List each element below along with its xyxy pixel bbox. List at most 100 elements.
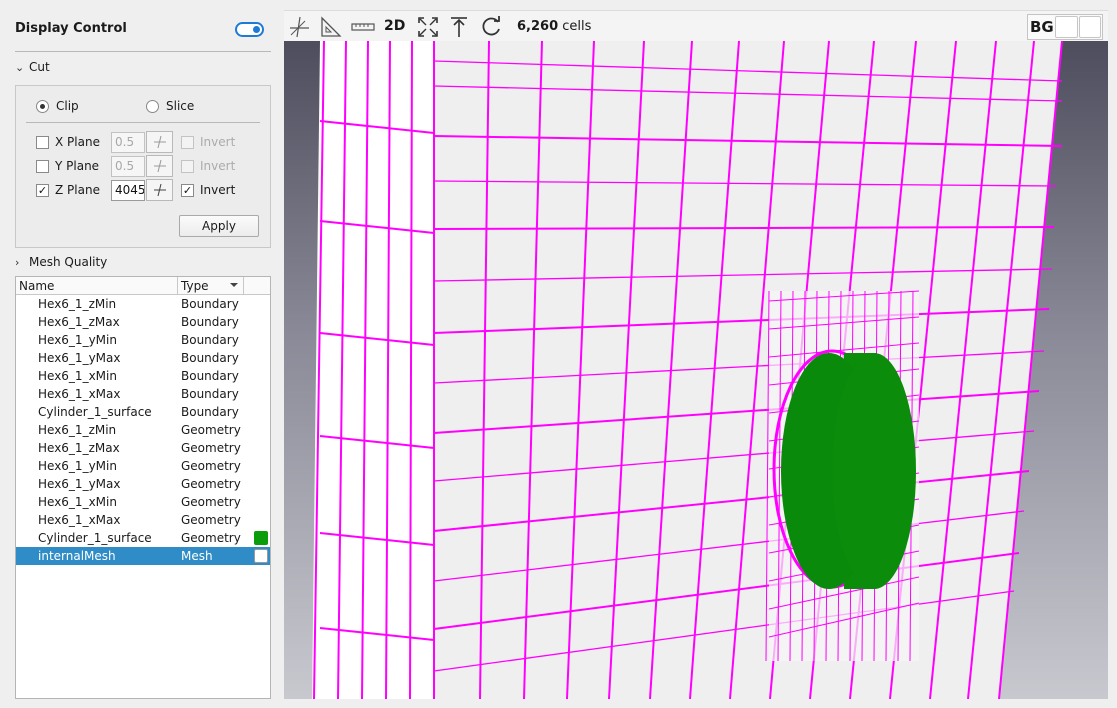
panel-title: Display Control <box>15 21 127 36</box>
row-name: Hex6_1_xMin <box>38 369 117 383</box>
row-name: internalMesh <box>38 549 116 563</box>
row-type: Geometry <box>181 513 241 527</box>
x-plane-pick-button[interactable] <box>146 131 173 153</box>
table-row[interactable]: Hex6_1_zMin Boundary <box>16 295 270 313</box>
ruler-triangle-icon[interactable] <box>319 15 343 39</box>
clip-label: Clip <box>56 99 79 113</box>
cells-count: 6,260 cells <box>517 19 591 34</box>
row-type: Boundary <box>181 315 239 329</box>
table-row[interactable]: Hex6_1_zMax Geometry <box>16 439 270 457</box>
row-name: Hex6_1_zMin <box>38 297 117 311</box>
row-type: Mesh <box>181 549 213 563</box>
row-type: Geometry <box>181 477 241 491</box>
pick-plane-icon <box>153 159 166 173</box>
mesh-quality-label: Mesh Quality <box>29 255 108 269</box>
x-plane-invert[interactable]: Invert <box>181 135 235 149</box>
y-invert-checkbox[interactable] <box>181 159 194 173</box>
z-plane-checkbox[interactable]: ✓ <box>36 183 49 197</box>
cells-unit: cells <box>562 19 592 34</box>
x-plane-checkbox[interactable] <box>36 135 49 149</box>
row-type: Geometry <box>181 531 241 545</box>
radio-dot <box>146 99 159 113</box>
display-toggle[interactable] <box>235 22 264 37</box>
rotate-icon[interactable] <box>479 15 503 39</box>
mesh-quality-section-header[interactable]: › Mesh Quality <box>15 255 107 269</box>
table-header: Name Type <box>16 277 270 295</box>
pick-plane-icon <box>153 183 166 197</box>
color-swatch[interactable] <box>254 531 268 545</box>
table-row[interactable]: Hex6_1_yMin Geometry <box>16 457 270 475</box>
z-plane-value-input[interactable]: 4045 <box>111 179 145 201</box>
bg-color-top-swatch[interactable] <box>1055 16 1078 38</box>
fit-view-icon[interactable] <box>416 15 440 39</box>
x-plane-value-input[interactable]: 0.5 <box>111 131 145 153</box>
table-row[interactable]: Hex6_1_yMax Geometry <box>16 475 270 493</box>
table-row[interactable]: Hex6_1_zMin Geometry <box>16 421 270 439</box>
axes-icon[interactable] <box>287 15 311 39</box>
table-row[interactable]: Cylinder_1_surface Geometry <box>16 529 270 547</box>
table-row[interactable]: Hex6_1_xMax Geometry <box>16 511 270 529</box>
y-plane-invert[interactable]: Invert <box>181 159 235 173</box>
x-plane-label: X Plane <box>55 135 100 149</box>
cut-label: Cut <box>29 60 50 74</box>
clip-radio[interactable]: Clip <box>36 99 79 113</box>
cells-count-value: 6,260 <box>517 19 559 34</box>
row-name: Hex6_1_zMax <box>38 315 120 329</box>
z-plane-pick-button[interactable] <box>146 179 173 201</box>
chevron-down-icon: ⌄ <box>15 61 25 74</box>
slice-radio[interactable]: Slice <box>146 99 194 113</box>
row-type: Boundary <box>181 405 239 419</box>
color-swatch[interactable] <box>254 549 268 563</box>
table-row[interactable]: Hex6_1_xMin Boundary <box>16 367 270 385</box>
x-invert-checkbox[interactable] <box>181 135 194 149</box>
patch-table: Name Type Hex6_1_zMin Boundary Hex6_1_zMax… <box>15 276 271 699</box>
x-plane-row: X Plane 0.5 Invert <box>36 131 235 153</box>
row-type: Geometry <box>181 495 241 509</box>
row-name: Hex6_1_xMax <box>38 387 121 401</box>
2d-mode-button[interactable]: 2D <box>384 18 405 34</box>
block-front-face <box>434 41 1062 699</box>
chevron-right-icon: › <box>15 256 20 269</box>
y-plane-label: Y Plane <box>55 159 100 173</box>
table-row[interactable]: Hex6_1_xMax Boundary <box>16 385 270 403</box>
z-plane-label: Z Plane <box>55 183 100 197</box>
3d-viewport[interactable] <box>284 41 1108 699</box>
divider <box>15 51 271 52</box>
cylinder-end <box>832 353 916 589</box>
view-up-icon[interactable] <box>447 15 471 39</box>
table-row[interactable]: Hex6_1_yMin Boundary <box>16 331 270 349</box>
row-name: Cylinder_1_surface <box>38 405 152 419</box>
bg-color-bottom-swatch[interactable] <box>1078 16 1101 38</box>
apply-button[interactable]: Apply <box>179 215 259 237</box>
table-body: Hex6_1_zMin Boundary Hex6_1_zMax Boundary He… <box>16 295 270 565</box>
row-name: Hex6_1_xMax <box>38 513 121 527</box>
viewport-toolbar: 2D 6,260 cells BG <box>284 10 1108 41</box>
table-row[interactable]: Cylinder_1_surface Boundary <box>16 403 270 421</box>
cut-section-header[interactable]: ⌄ Cut <box>15 60 50 74</box>
row-type: Boundary <box>181 297 239 311</box>
x-invert-label: Invert <box>200 135 236 149</box>
z-plane-row: ✓ Z Plane 4045 ✓ Invert <box>36 179 235 201</box>
table-row[interactable]: Hex6_1_xMin Geometry <box>16 493 270 511</box>
row-type: Geometry <box>181 459 241 473</box>
y-plane-pick-button[interactable] <box>146 155 173 177</box>
column-header-type[interactable]: Type <box>178 277 244 295</box>
block-side-face <box>312 41 434 699</box>
row-type: Geometry <box>181 423 241 437</box>
table-row[interactable]: internalMesh Mesh <box>16 547 270 565</box>
viewport-edge <box>1108 10 1117 708</box>
z-plane-invert[interactable]: ✓ Invert <box>181 183 235 197</box>
divider <box>26 122 260 123</box>
table-row[interactable]: Hex6_1_yMax Boundary <box>16 349 270 367</box>
column-header-name[interactable]: Name <box>16 277 178 295</box>
row-type: Boundary <box>181 333 239 347</box>
z-invert-checkbox[interactable]: ✓ <box>181 183 194 197</box>
ruler-icon[interactable] <box>351 15 375 39</box>
table-row[interactable]: Hex6_1_zMax Boundary <box>16 313 270 331</box>
row-name: Hex6_1_yMin <box>38 333 117 347</box>
y-plane-row: Y Plane 0.5 Invert <box>36 155 235 177</box>
y-plane-checkbox[interactable] <box>36 159 49 173</box>
mesh-render <box>312 41 1063 699</box>
y-plane-value-input[interactable]: 0.5 <box>111 155 145 177</box>
row-name: Hex6_1_xMin <box>38 495 117 509</box>
